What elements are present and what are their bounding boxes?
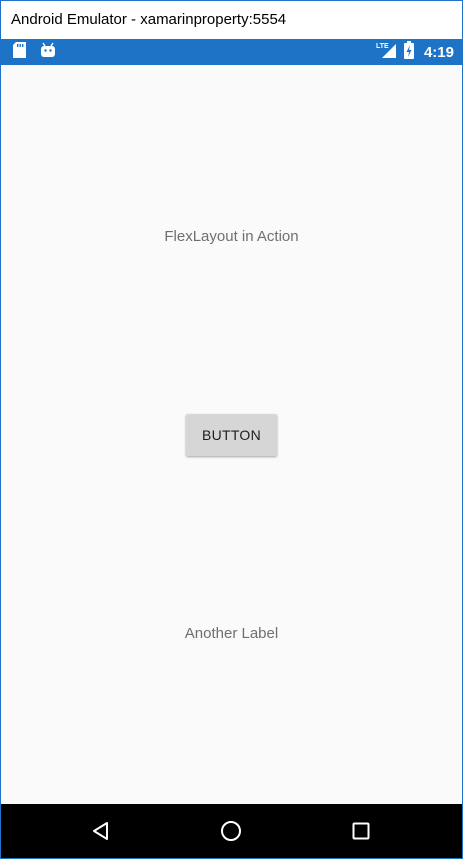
flexlayout-title-label: FlexLayout in Action bbox=[164, 228, 299, 245]
sd-card-icon bbox=[13, 41, 26, 63]
another-label: Another Label bbox=[184, 625, 279, 642]
window-title: Android Emulator - xamarinproperty:5554 bbox=[11, 11, 287, 28]
app-content: FlexLayout in Action BUTTON Another Labe… bbox=[1, 65, 462, 804]
android-nav-bar bbox=[1, 804, 462, 858]
emulator-window: Android Emulator - xamarinproperty:5554 bbox=[0, 0, 463, 859]
main-button[interactable]: BUTTON bbox=[186, 414, 277, 456]
window-titlebar[interactable]: Android Emulator - xamarinproperty:5554 bbox=[1, 1, 462, 39]
status-clock: 4:19 bbox=[423, 43, 454, 61]
android-icon bbox=[40, 42, 56, 63]
battery-charging-icon bbox=[403, 40, 414, 64]
recents-icon[interactable] bbox=[347, 817, 375, 845]
network-type-label: LTE bbox=[376, 43, 389, 50]
home-icon[interactable] bbox=[217, 817, 245, 845]
android-status-bar: LTE 4:19 bbox=[1, 39, 462, 65]
back-icon[interactable] bbox=[87, 817, 115, 845]
signal-icon: LTE bbox=[376, 41, 398, 64]
